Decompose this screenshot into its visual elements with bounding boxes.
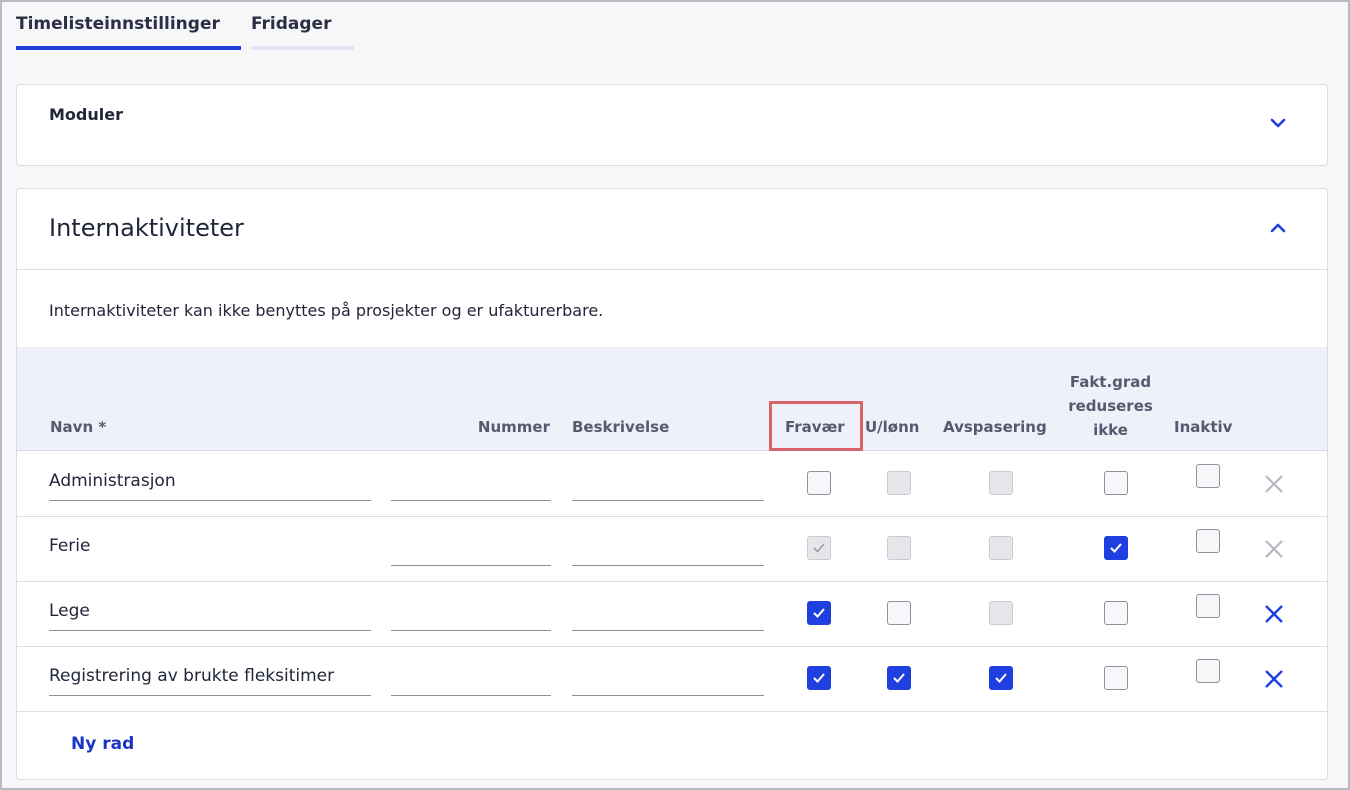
absence-checkbox[interactable] <box>807 601 831 625</box>
column-header-fakt: Fakt.grad reduseres ikke <box>1057 370 1164 442</box>
divider <box>17 269 1327 270</box>
panel-title: Internaktiviteter <box>49 214 244 242</box>
number-input[interactable] <box>391 664 551 696</box>
fakt-checkbox[interactable] <box>1104 536 1128 560</box>
compensation-checkbox <box>989 536 1013 560</box>
modules-panel[interactable]: Moduler <box>16 84 1328 166</box>
check-icon <box>813 543 825 553</box>
column-header-unpaid: U/lønn <box>865 418 920 436</box>
number-input[interactable] <box>391 599 551 631</box>
delete-icon[interactable] <box>1263 668 1285 690</box>
close-icon <box>1265 475 1283 493</box>
panel-description: Internaktiviteter kan ikke benyttes på p… <box>49 301 604 320</box>
name-input[interactable]: Registrering av brukte fleksitimer <box>49 664 371 696</box>
table-row: Ferie <box>17 517 1327 582</box>
name-input[interactable]: Lege <box>49 599 371 631</box>
fakt-checkbox[interactable] <box>1104 666 1128 690</box>
inactive-checkbox[interactable] <box>1196 594 1220 618</box>
check-icon <box>813 673 825 683</box>
inactive-checkbox[interactable] <box>1196 529 1220 553</box>
unpaid-checkbox[interactable] <box>887 666 911 690</box>
description-input[interactable] <box>572 664 764 696</box>
number-input[interactable] <box>391 534 551 566</box>
check-icon <box>1110 543 1122 553</box>
fakt-checkbox[interactable] <box>1104 601 1128 625</box>
inactive-checkbox[interactable] <box>1196 659 1220 683</box>
compensation-checkbox <box>989 471 1013 495</box>
unpaid-checkbox[interactable] <box>887 601 911 625</box>
column-header-compensation: Avspasering <box>943 418 1047 436</box>
column-header-number: Nummer <box>477 418 550 436</box>
table-row: Registrering av brukte fleksitimer <box>17 647 1327 712</box>
tab-timeliste-settings[interactable]: Timelisteinnstillinger <box>16 0 241 52</box>
close-icon <box>1265 540 1283 558</box>
highlight-box <box>769 401 863 451</box>
absence-checkbox <box>807 536 831 560</box>
table-header: Navn * Nummer Beskrivelse Fravær U/lønn … <box>17 347 1327 451</box>
column-header-description: Beskrivelse <box>572 418 670 436</box>
column-header-inactive: Inaktiv <box>1174 418 1233 436</box>
tab-active-underline <box>16 46 241 50</box>
modules-title: Moduler <box>49 105 123 124</box>
number-input[interactable] <box>391 469 551 501</box>
inactive-checkbox[interactable] <box>1196 464 1220 488</box>
description-input[interactable] <box>572 599 764 631</box>
chevron-up-icon[interactable] <box>1267 217 1289 239</box>
compensation-checkbox[interactable] <box>989 666 1013 690</box>
check-icon <box>893 673 905 683</box>
header-line: Fakt.grad <box>1069 373 1152 391</box>
tab-holidays[interactable]: Fridager <box>251 0 354 52</box>
tab-label: Timelisteinnstillinger <box>16 14 220 34</box>
absence-checkbox[interactable] <box>807 471 831 495</box>
description-input[interactable] <box>572 469 764 501</box>
absence-checkbox[interactable] <box>807 666 831 690</box>
name-input[interactable]: Administrasjon <box>49 469 371 501</box>
fakt-checkbox[interactable] <box>1104 471 1128 495</box>
column-header-name: Navn * <box>50 418 107 436</box>
header-line: reduseres <box>1068 397 1153 415</box>
internal-activities-panel: Internaktiviteter Internaktiviteter kan … <box>16 188 1328 780</box>
new-row-button[interactable]: Ny rad <box>71 734 134 754</box>
tab-bar: Timelisteinnstillinger Fridager <box>16 0 354 52</box>
unpaid-checkbox <box>887 536 911 560</box>
unpaid-checkbox <box>887 471 911 495</box>
check-icon <box>813 608 825 618</box>
check-icon <box>995 673 1007 683</box>
chevron-down-icon[interactable] <box>1267 112 1289 134</box>
table-row: Administrasjon <box>17 452 1327 517</box>
description-input[interactable] <box>572 534 764 566</box>
table-row: Lege <box>17 582 1327 647</box>
header-line: ikke <box>1093 421 1128 439</box>
tab-label: Fridager <box>251 14 332 34</box>
name-text: Ferie <box>49 536 91 556</box>
delete-icon[interactable] <box>1263 603 1285 625</box>
tab-underline <box>251 46 354 50</box>
compensation-checkbox <box>989 601 1013 625</box>
